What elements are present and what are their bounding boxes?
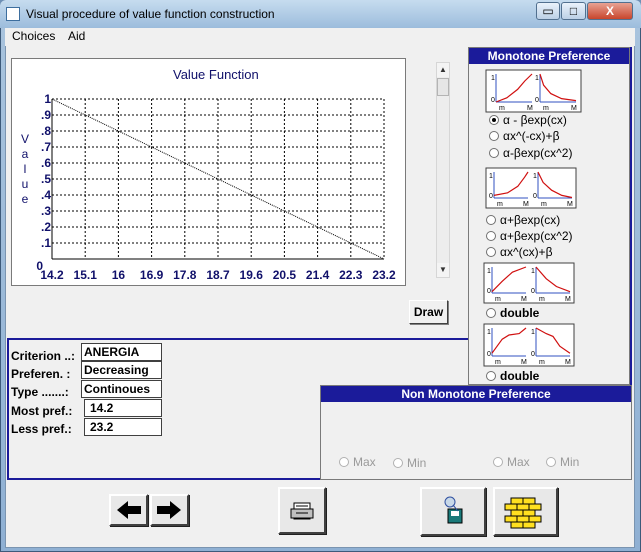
radio-label: Min [560, 455, 580, 469]
radio-icon [489, 131, 499, 141]
next-button[interactable] [150, 494, 189, 526]
most-preferred-field[interactable]: 14.2 [84, 399, 162, 417]
thumb-tick: 1 [489, 173, 493, 180]
bricks-icon [504, 497, 542, 529]
less-preferred-label: Less pref.: [11, 422, 72, 436]
thumb-tick: 0 [533, 193, 537, 200]
thumb-tick: 1 [535, 75, 539, 82]
radio-selected-icon [489, 115, 499, 125]
thumb-tick: M [521, 359, 527, 366]
radio-label: α - βexp(cx) [503, 113, 567, 127]
thumb-tick: 0 [531, 288, 535, 295]
radio-label: αx^(cx)+β [500, 245, 553, 259]
thumb-tick: M [571, 105, 577, 112]
radio-min-2[interactable]: Min [546, 455, 579, 469]
thumb-tick: 1 [533, 173, 537, 180]
radio-icon [489, 148, 499, 158]
less-preferred-field[interactable]: 23.2 [84, 418, 162, 436]
thumb-group-2: 10m M10m M [485, 167, 577, 209]
thumb-tick: 1 [487, 329, 491, 336]
radio-plus-exp-cx2[interactable]: α+βexp(cx^2) [486, 229, 573, 243]
preference-field[interactable]: Decreasing [81, 361, 162, 379]
thumb-tick: m [539, 359, 545, 366]
radio-icon [486, 247, 496, 257]
radio-power-pos[interactable]: αx^(cx)+β [486, 245, 552, 259]
radio-power-neg[interactable]: αx^(-cx)+β [489, 129, 559, 143]
radio-exp-cx[interactable]: α - βexp(cx) [489, 113, 567, 127]
non-monotone-header: Non Monotone Preference [321, 386, 631, 402]
thumb-tick: m [499, 105, 505, 112]
radio-label: α-βexp(cx^2) [503, 146, 573, 160]
radio-label: double [500, 369, 540, 383]
bricks-button[interactable] [493, 487, 558, 536]
thumb-tick: 0 [531, 351, 535, 358]
radio-plus-exp-cx[interactable]: α+βexp(cx) [486, 213, 560, 227]
most-preferred-label: Most pref.: [11, 404, 73, 418]
thumb-tick: 0 [491, 97, 495, 104]
radio-label: α+βexp(cx^2) [500, 229, 573, 243]
printer-icon [290, 502, 314, 520]
thumb-tick: m [541, 201, 547, 208]
criterion-label: Criterion ..: [11, 349, 76, 363]
radio-icon [486, 231, 496, 241]
thumb-tick: 1 [491, 75, 495, 82]
radio-label: Min [407, 456, 427, 470]
radio-max-1[interactable]: Max [339, 455, 376, 469]
thumb-tick: 0 [487, 288, 491, 295]
thumb-tick: M [523, 201, 529, 208]
thumb-group-4: 10m M10m M [483, 323, 575, 367]
thumb-tick: M [565, 359, 571, 366]
radio-max-2[interactable]: Max [493, 455, 530, 469]
save-button[interactable] [420, 487, 486, 536]
thumb-group-3: 10m M10m M [483, 262, 575, 304]
radio-double-2[interactable]: double [486, 369, 539, 383]
radio-label: αx^(-cx)+β [503, 129, 560, 143]
radio-icon [339, 457, 349, 467]
radio-icon [493, 457, 503, 467]
print-button[interactable] [278, 487, 326, 534]
previous-button[interactable] [109, 494, 148, 526]
criterion-field[interactable]: ANERGIA [81, 343, 162, 361]
thumb-tick: M [565, 296, 571, 303]
floppy-disk-icon [444, 496, 463, 524]
radio-icon [546, 457, 556, 467]
thumb-tick: m [497, 201, 503, 208]
preference-label: Preferen. : [11, 367, 71, 381]
thumb-tick: 1 [531, 268, 535, 275]
thumb-tick: 1 [487, 268, 491, 275]
thumb-tick: M [527, 105, 533, 112]
thumb-tick: 0 [489, 193, 493, 200]
thumb-tick: M [521, 296, 527, 303]
thumb-tick: 0 [487, 351, 491, 358]
radio-label: double [500, 306, 540, 320]
radio-double-1[interactable]: double [486, 306, 539, 320]
type-field[interactable]: Continoues [81, 380, 162, 398]
thumb-tick: m [539, 296, 545, 303]
thumb-tick: 1 [531, 329, 535, 336]
thumb-tick: m [543, 105, 549, 112]
radio-label: Max [353, 455, 376, 469]
thumb-tick: m [495, 296, 501, 303]
arrow-left-icon [117, 501, 141, 519]
thumb-tick: m [495, 359, 501, 366]
radio-icon [486, 308, 496, 318]
radio-exp-cx2[interactable]: α-βexp(cx^2) [489, 146, 572, 160]
type-label: Type .......: [11, 385, 69, 399]
radio-icon [486, 371, 496, 381]
radio-min-1[interactable]: Min [393, 456, 426, 470]
arrow-right-icon [157, 501, 181, 519]
radio-icon [393, 458, 403, 468]
thumb-tick: 0 [535, 97, 539, 104]
thumb-group-1: 10m M10m M [485, 69, 582, 113]
radio-icon [486, 215, 496, 225]
radio-label: α+βexp(cx) [500, 213, 561, 227]
radio-label: Max [507, 455, 530, 469]
thumb-tick: M [567, 201, 573, 208]
